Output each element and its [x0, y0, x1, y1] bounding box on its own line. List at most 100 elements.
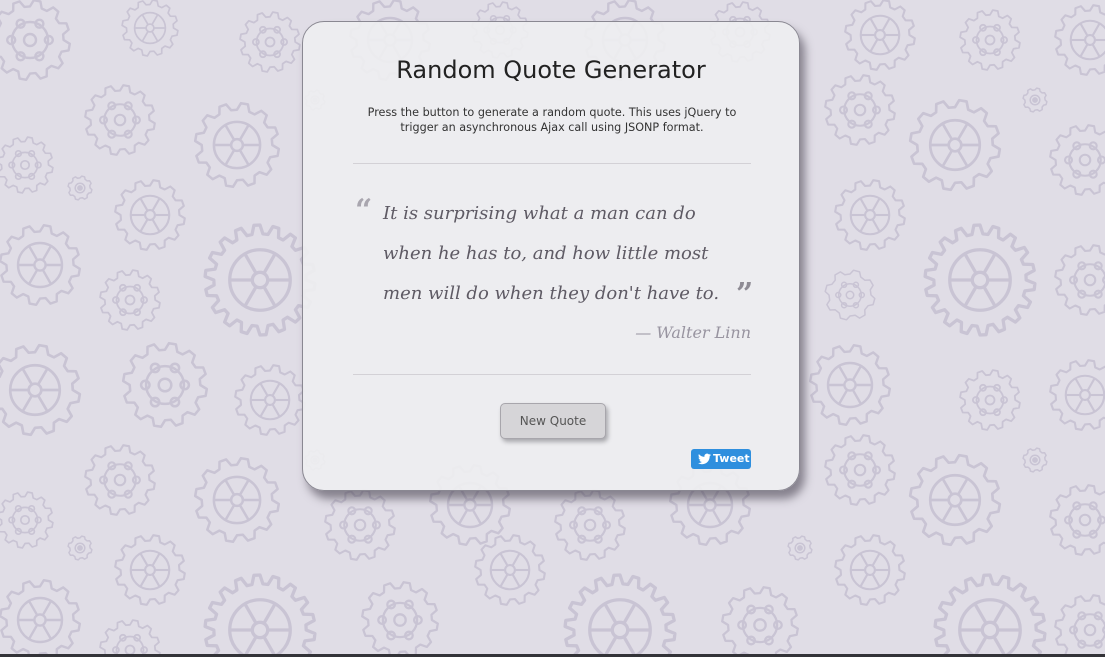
- gear-shape: [853, 103, 867, 117]
- gear-shape: [1083, 273, 1097, 287]
- gear-shape: [243, 602, 258, 625]
- new-quote-button[interactable]: New Quote: [500, 403, 606, 439]
- gear-shape: [809, 344, 891, 426]
- gear-shape: [970, 270, 990, 290]
- gear-shape: [141, 14, 149, 26]
- gear-shape: [139, 552, 149, 567]
- tweet-label: Tweet: [713, 452, 750, 465]
- gear-shape: [99, 619, 161, 657]
- gear-shape: [139, 197, 149, 212]
- gear-shape: [151, 197, 161, 212]
- gear-shape: [0, 136, 54, 194]
- gear-shape: [139, 218, 149, 233]
- gear-shape: [859, 573, 869, 588]
- gear-shape: [499, 552, 509, 567]
- gear-shape: [837, 365, 849, 381]
- gear-shape: [474, 534, 546, 606]
- gear-shape: [871, 218, 881, 233]
- gear-shape: [193, 101, 281, 189]
- gear-shape: [881, 17, 891, 32]
- gear-shape: [511, 573, 521, 588]
- gear-shape: [124, 294, 136, 306]
- gear-shape: [563, 573, 677, 657]
- gear-shape: [908, 98, 1002, 192]
- gear-shape: [33, 258, 47, 272]
- gear-shape: [963, 252, 978, 275]
- gear-shape: [19, 514, 31, 526]
- gear-shape: [145, 23, 155, 33]
- gear-shape: [19, 159, 31, 171]
- gear-shape: [157, 377, 173, 393]
- gear-shape: [262, 252, 277, 275]
- gear-shape: [151, 552, 161, 567]
- gear-shape: [353, 518, 367, 532]
- gear-shape: [271, 382, 281, 397]
- gear-shape: [703, 498, 717, 512]
- gear-shape: [1079, 389, 1091, 401]
- gear-shape: [982, 252, 997, 275]
- gear-shape: [992, 602, 1007, 625]
- gear-shape: [963, 285, 978, 308]
- gear-shape: [27, 245, 39, 261]
- gear-shape: [845, 290, 855, 300]
- gear-shape: [151, 218, 161, 233]
- gear-shape: [984, 394, 996, 406]
- gear-shape: [21, 367, 33, 386]
- gear-shape: [22, 32, 38, 48]
- gear-shape: [224, 149, 236, 166]
- gear-shape: [1032, 457, 1038, 463]
- gear-shape: [973, 602, 988, 625]
- gear-shape: [1032, 97, 1038, 103]
- gear-shape: [203, 573, 317, 657]
- gear-shape: [583, 518, 597, 532]
- gear-shape: [1078, 513, 1092, 527]
- gear-shape: [834, 534, 906, 606]
- gear-shape: [229, 492, 245, 508]
- gear-shape: [941, 504, 954, 523]
- gear-shape: [1054, 244, 1105, 316]
- gear-shape: [27, 600, 39, 616]
- gear-shape: [504, 564, 516, 576]
- gear-shape: [0, 224, 81, 306]
- gear-shape: [554, 489, 626, 561]
- gear-shape: [1078, 153, 1092, 167]
- gear-shape: [113, 113, 127, 127]
- gear-shape: [956, 477, 969, 496]
- gear-shape: [259, 403, 269, 418]
- quote-card: Random Quote Generator Press the button …: [302, 21, 800, 491]
- gear-shape: [844, 0, 916, 71]
- gear-shape: [141, 30, 149, 42]
- gear-shape: [264, 36, 276, 48]
- tweet-button[interactable]: Tweet: [691, 449, 751, 469]
- gear-shape: [139, 573, 149, 588]
- gear-shape: [0, 579, 81, 657]
- gear-shape: [250, 620, 270, 640]
- gear-shape: [0, 491, 54, 549]
- gear-shape: [144, 209, 156, 221]
- gear-shape: [956, 149, 969, 168]
- gear-shape: [27, 269, 39, 285]
- gear-shape: [238, 124, 250, 141]
- gear-shape: [1079, 22, 1089, 37]
- gear-shape: [229, 137, 245, 153]
- gear-shape: [982, 285, 997, 308]
- gear-shape: [457, 509, 469, 525]
- gear-shape: [243, 252, 258, 275]
- gear-shape: [753, 618, 767, 632]
- gear-shape: [84, 84, 156, 156]
- gear-shape: [1086, 398, 1096, 413]
- gear-shape: [859, 552, 869, 567]
- gear-shape: [1084, 34, 1096, 46]
- gear-shape: [262, 602, 277, 625]
- gear-shape: [114, 179, 186, 251]
- gear-shape: [77, 545, 83, 551]
- quote-text: It is surprising what a man can do when …: [383, 203, 720, 304]
- gear-shape: [193, 456, 281, 544]
- gear-shape: [264, 394, 276, 406]
- gear-shape: [851, 389, 863, 405]
- gear-shape: [1091, 43, 1101, 58]
- gear-shape: [853, 463, 867, 477]
- gear-shape: [864, 209, 876, 221]
- gear-shape: [1091, 22, 1101, 37]
- gear-shape: [203, 223, 317, 337]
